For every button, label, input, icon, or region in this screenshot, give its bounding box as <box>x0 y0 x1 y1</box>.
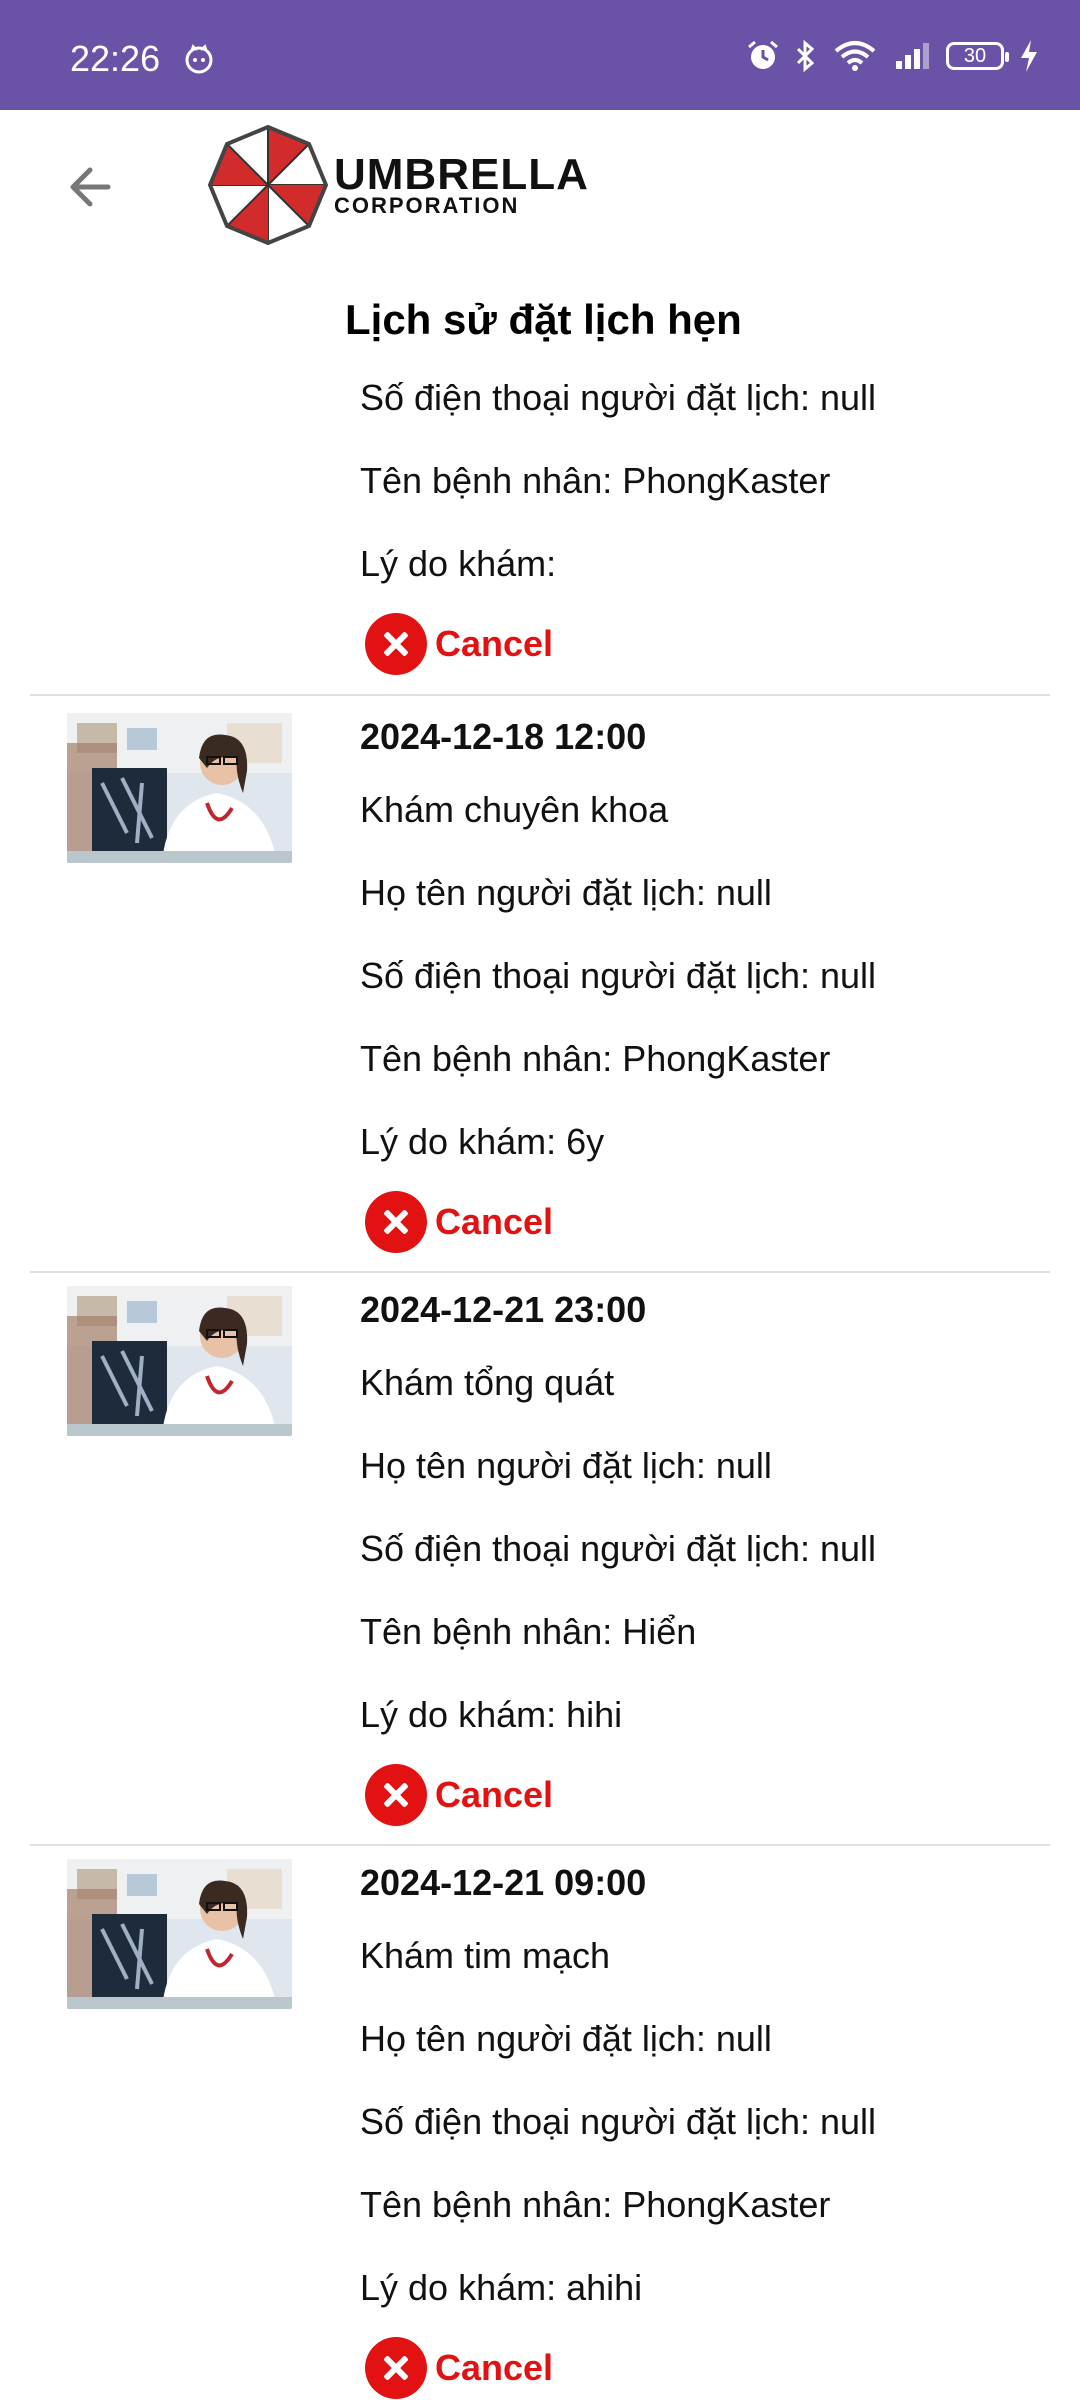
booker-line: Họ tên người đặt lịch: null <box>360 2018 772 2059</box>
doctor-thumbnail <box>67 1286 292 1436</box>
cancel-x-icon <box>365 613 427 675</box>
phone-line: Số điện thoại người đặt lịch: null <box>360 955 877 996</box>
divider <box>30 1844 1050 1846</box>
cancel-label: Cancel <box>435 1201 554 1242</box>
cancel-button[interactable]: Cancel <box>365 1191 553 1253</box>
phone-line: Số điện thoại người đặt lịch: null <box>360 377 877 418</box>
appointment-service: Khám chuyên khoa <box>360 789 669 830</box>
patient-line: Tên bệnh nhân: PhongKaster <box>360 460 831 501</box>
status-time: 22:26 <box>70 38 161 79</box>
appointment-datetime: 2024-12-18 12:00 <box>360 716 647 757</box>
appointment-datetime: 2024-12-21 09:00 <box>360 1862 647 1903</box>
cancel-label: Cancel <box>435 623 554 664</box>
cancel-label: Cancel <box>435 1774 554 1815</box>
cancel-x-icon <box>365 1191 427 1253</box>
battery-icon: 30 <box>946 42 1009 70</box>
divider <box>30 1271 1050 1273</box>
cancel-x-icon <box>365 2337 427 2399</box>
cancel-x-icon <box>365 1764 427 1826</box>
signal-icon <box>896 43 929 69</box>
patient-line: Tên bệnh nhân: PhongKaster <box>360 1038 831 1079</box>
divider <box>30 694 1050 696</box>
battery-level: 30 <box>963 44 987 67</box>
umbrella-logo: UMBRELLA CORPORATION <box>208 122 589 247</box>
umbrella-emblem-icon <box>208 124 328 245</box>
reason-line: Lý do khám: ahihi <box>360 2267 643 2308</box>
phone-line: Số điện thoại người đặt lịch: null <box>360 1528 877 1569</box>
app-bar: UMBRELLA CORPORATION <box>0 110 1080 260</box>
cancel-button[interactable]: Cancel <box>365 613 553 675</box>
appointment-service: Khám tổng quát <box>360 1362 615 1403</box>
phone-line: Số điện thoại người đặt lịch: null <box>360 2101 877 2142</box>
cancel-button[interactable]: Cancel <box>365 2337 553 2399</box>
reason-line: Lý do khám: <box>360 543 557 584</box>
page-title: Lịch sử đặt lịch hẹn <box>345 296 742 343</box>
charging-icon <box>1021 40 1037 72</box>
bluetooth-icon <box>796 39 815 73</box>
status-bar: 22:26 30 <box>0 0 1080 110</box>
logo-main-text: UMBRELLA <box>334 149 589 199</box>
patient-line: Tên bệnh nhân: PhongKaster <box>360 2184 831 2225</box>
booker-line: Họ tên người đặt lịch: null <box>360 1445 772 1486</box>
alarm-icon <box>748 40 778 69</box>
doctor-thumbnail <box>67 1859 292 2009</box>
back-arrow-icon[interactable] <box>60 152 130 222</box>
cat-icon <box>185 44 213 74</box>
booker-line: Họ tên người đặt lịch: null <box>360 872 772 913</box>
status-icons: 30 <box>746 36 1040 76</box>
cancel-label: Cancel <box>435 2347 554 2388</box>
doctor-thumbnail <box>67 713 292 863</box>
patient-line: Tên bệnh nhân: Hiển <box>360 1611 697 1652</box>
appointment-datetime: 2024-12-21 23:00 <box>360 1289 647 1330</box>
wifi-icon <box>834 41 876 71</box>
cancel-button[interactable]: Cancel <box>365 1764 553 1826</box>
appointment-service: Khám tim mạch <box>360 1935 611 1976</box>
reason-line: Lý do khám: hihi <box>360 1694 623 1735</box>
reason-line: Lý do khám: 6y <box>360 1121 605 1162</box>
